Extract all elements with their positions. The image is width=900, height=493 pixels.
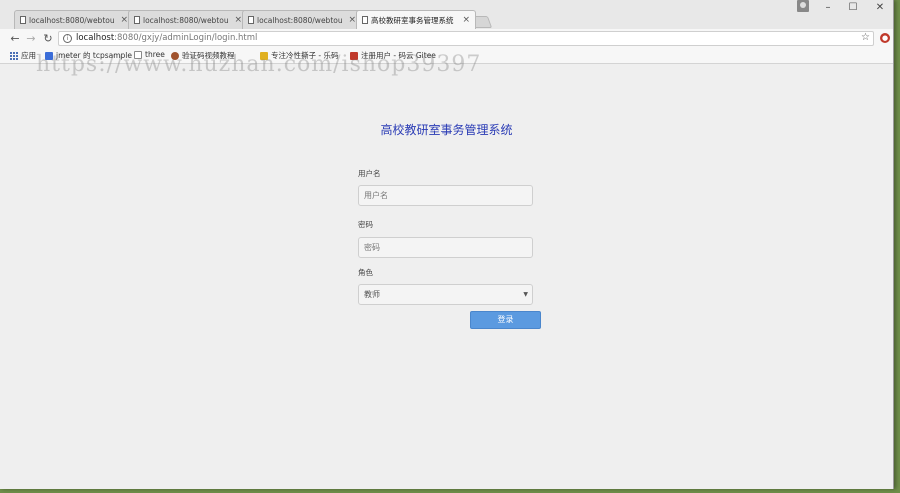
shield-icon [45,51,53,60]
page-title: 高校教研室事务管理系统 [380,123,513,137]
apps-grid-icon [10,51,18,60]
bookmark-jmeter[interactable]: jmeter 的 tcpsample [45,50,132,61]
username-input[interactable] [358,185,533,206]
page-icon [362,16,368,24]
bookmark-captcha[interactable]: 验证码视频教程 [171,50,235,61]
browser-toolbar: ← → ↻ i localhost:8080/gxjy/adminLogin/l… [0,29,893,50]
url-text: localhost:8080/gxjy/adminLogin/login.htm… [76,33,258,43]
minimize-icon[interactable]: – [818,2,838,13]
role-label: 角色 [358,268,373,277]
role-selected-value: 教师 [364,290,380,299]
forward-arrow-icon[interactable]: → [24,32,38,46]
role-select[interactable]: 教师 ▼ [358,284,533,305]
close-icon[interactable]: × [462,14,470,26]
page-icon [134,50,142,59]
reload-icon[interactable]: ↻ [41,32,55,46]
tab-1[interactable]: localhost:8080/webtou × [14,10,134,29]
bookmark-star-icon[interactable]: ☆ [861,32,870,43]
tab-label: localhost:8080/webtou [143,15,229,25]
password-label: 密码 [358,220,373,229]
page-icon [20,16,26,24]
tab-active[interactable]: 高校教研室事务管理系统 × [356,10,476,29]
page-icon [248,16,254,24]
window-close-icon[interactable]: ✕ [870,2,890,13]
bookmark-apps[interactable]: 应用 [10,50,36,61]
caret-down-icon: ▼ [523,291,528,298]
bookmarks-bar: 应用 jmeter 的 tcpsample three 验证码视频教程 专注冷性… [0,49,893,64]
tab-label: localhost:8080/webtou [257,15,343,25]
password-input[interactable] [358,237,533,258]
gitee-icon [350,51,358,60]
login-page: 高校教研室事务管理系统 用户名 密码 角色 教师 ▼ 登录 [0,64,893,489]
info-icon[interactable]: i [63,34,72,43]
tab-label: 高校教研室事务管理系统 [371,15,454,25]
hand-icon [260,51,268,60]
tab-2[interactable]: localhost:8080/webtou × [128,10,248,29]
bookmark-three[interactable]: three [134,50,165,59]
tab-label: localhost:8080/webtou [29,15,115,25]
user-profile-icon[interactable] [797,0,809,12]
username-label: 用户名 [358,169,381,178]
close-icon[interactable]: × [120,14,128,26]
avatar-icon [171,51,179,60]
address-bar[interactable]: i localhost:8080/gxjy/adminLogin/login.h… [58,31,874,46]
page-icon [134,16,140,24]
login-button[interactable]: 登录 [470,311,541,329]
browser-window: localhost:8080/webtou × localhost:8080/w… [0,0,894,489]
tab-3[interactable]: localhost:8080/webtou × [242,10,362,29]
close-icon[interactable]: × [348,14,356,26]
bookmark-focus[interactable]: 专注冷性撕子 - 乐码 [260,50,338,61]
maximize-icon[interactable]: ☐ [843,2,863,13]
extension-icon[interactable]: ● [880,33,890,43]
back-arrow-icon[interactable]: ← [8,32,22,46]
tab-strip: localhost:8080/webtou × localhost:8080/w… [0,0,893,29]
bookmark-gitee[interactable]: 注册用户 - 码云 Gitee [350,50,436,61]
close-icon[interactable]: × [234,14,242,26]
